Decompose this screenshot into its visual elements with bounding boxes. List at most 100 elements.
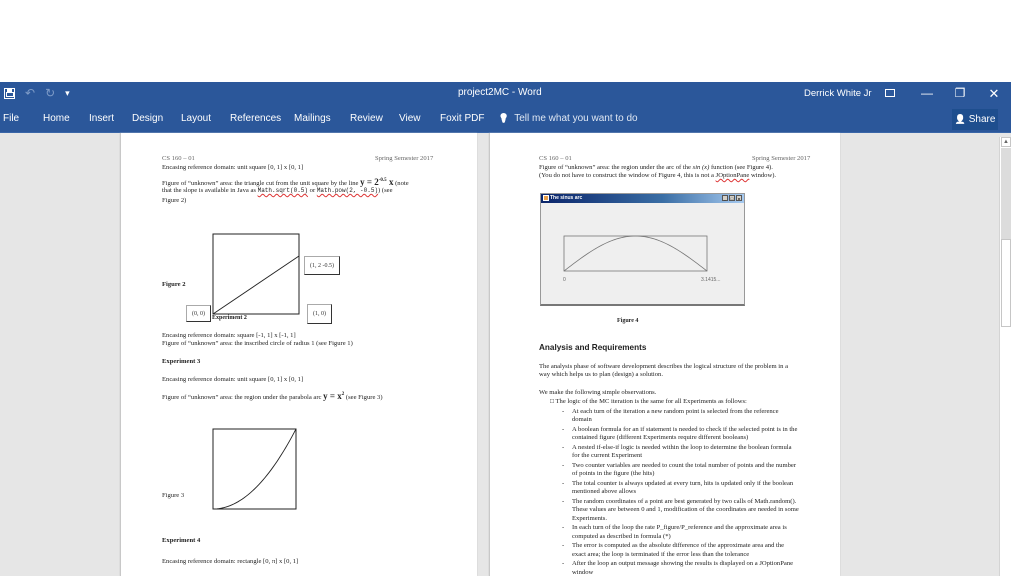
exp4-sin: sin (x) xyxy=(692,164,710,171)
exp4-note-end: window). xyxy=(750,172,777,179)
tab-file[interactable]: File xyxy=(3,113,19,124)
fig2-corner-origin-label: (0, 0) xyxy=(186,305,211,322)
page2-header-left: CS 160 – 01 xyxy=(539,155,572,162)
scroll-up-arrow-icon[interactable]: ▲ xyxy=(1001,137,1011,147)
java-app-icon xyxy=(543,195,549,201)
minimize-button[interactable]: — xyxy=(917,85,937,102)
fig3-unit-square xyxy=(212,428,297,510)
analysis-heading: Analysis and Requirements xyxy=(539,343,647,352)
exp2-note-open: (note xyxy=(395,180,409,187)
exp3-domain: Encasing reference domain: unit square [… xyxy=(162,376,304,383)
exp2-figure-desc: Figure of “unknown” area: the triangle c… xyxy=(162,180,359,187)
blank-area-above-window xyxy=(0,0,1024,82)
ribbon-display-options-button[interactable] xyxy=(880,85,900,102)
tab-layout[interactable]: Layout xyxy=(181,113,211,124)
bullet-dash: - xyxy=(562,480,565,487)
java-close-icon: x xyxy=(736,195,742,201)
sine-arc-curve xyxy=(563,235,708,272)
exp2-caption: Experiment 2 xyxy=(212,315,247,321)
window-edge xyxy=(1011,82,1024,576)
code-math-pow: Math.pow(2, -0.5) xyxy=(316,187,379,194)
java-window-title: The sinus arc xyxy=(550,195,583,201)
vertical-scrollbar[interactable]: ▲ xyxy=(999,137,1011,576)
tell-me-placeholder: Tell me what you want to do xyxy=(514,113,638,124)
exp1-domain: Encasing reference domain: square [-1, 1… xyxy=(162,332,296,339)
analysis-para1-line2: way which helps us to plan (design) a so… xyxy=(539,371,663,378)
tab-home[interactable]: Home xyxy=(43,113,70,124)
tick-pi: 3.1415... xyxy=(701,277,721,283)
exp4-domain: Encasing reference domain: rectangle [0,… xyxy=(162,558,299,565)
bullet-dash: - xyxy=(562,426,565,433)
exp2-java-text: that the slope is available in Java as xyxy=(162,187,256,194)
tab-references[interactable]: References xyxy=(230,113,281,124)
exp2-domain: Encasing reference domain: unit square [… xyxy=(162,164,304,171)
share-button[interactable]: 👤 Share xyxy=(952,109,998,130)
fig2-corner-right-label: (1, 0) xyxy=(307,304,332,324)
save-icon[interactable] xyxy=(4,87,15,99)
tab-design[interactable]: Design xyxy=(132,113,163,124)
list-item-line: of points in the figure (the hits) xyxy=(572,470,655,478)
analysis-para2: We make the following simple observation… xyxy=(539,389,657,396)
exp2-eq-lhs: y = 2 xyxy=(360,177,379,187)
ribbon-tabs: File Home Insert Design Layout Reference… xyxy=(0,106,1011,133)
exp1-figure: Figure of “unknown” area: the inscribed … xyxy=(162,340,353,347)
close-button[interactable]: ✕ xyxy=(984,85,1004,102)
exp4-note-text: (You do not have to construct the window… xyxy=(539,172,714,179)
tab-review[interactable]: Review xyxy=(350,113,383,124)
list-item-line: Two counter variables are needed to coun… xyxy=(572,462,797,469)
exp3-equation: y = x2 xyxy=(323,391,344,401)
figure-2-diagram xyxy=(212,233,300,315)
user-name[interactable]: Derrick White Jr xyxy=(804,88,872,99)
analysis-para1-line1: The analysis phase of software developme… xyxy=(539,363,789,370)
document-workspace xyxy=(0,133,1011,576)
tab-view[interactable]: View xyxy=(399,113,421,124)
sine-bounding-rect xyxy=(563,235,708,272)
exp3-eq-exponent: 2 xyxy=(341,392,345,397)
title-bar: ↶ ↻ ▾ project2MC - Word Derrick White Jr… xyxy=(0,82,1011,106)
list-item-line: for the current Experiment xyxy=(572,452,643,460)
exp2-eq-exponent: -0.5 xyxy=(378,178,387,183)
exp2-or: or xyxy=(309,187,316,194)
bullet-dash: - xyxy=(562,524,565,532)
bullet-dash: - xyxy=(562,498,565,505)
bullet-dash: - xyxy=(562,560,565,568)
list-item-line: mentioned above allows xyxy=(572,488,637,496)
list-item-line: computed as described in formula (*) xyxy=(572,532,671,540)
list-item-line: The total counter is always updated at e… xyxy=(572,480,794,487)
page1-header-left: CS 160 – 01 xyxy=(162,155,195,162)
bullet-dash: - xyxy=(562,462,565,469)
exp3-figure-text: Figure of “unknown” area: the region und… xyxy=(162,391,383,402)
ribbon-display-icon xyxy=(885,89,895,97)
list-item-line: Experiments. xyxy=(572,514,607,522)
quick-access-toolbar: ↶ ↻ ▾ xyxy=(4,86,70,100)
figure-3-diagram xyxy=(212,428,297,510)
tab-insert[interactable]: Insert xyxy=(89,113,114,124)
page2-header-right: Spring Semester 2017 xyxy=(752,155,811,162)
exp2-see: ) (see xyxy=(378,187,393,194)
exp4-figure-text: Figure of “unknown” area: the region und… xyxy=(539,164,773,172)
code-sqrt-text: Math.sqrt(0.5) xyxy=(257,187,309,194)
exp4-heading: Experiment 4 xyxy=(162,537,201,544)
redo-icon[interactable]: ↻ xyxy=(45,86,55,100)
scroll-thumb[interactable] xyxy=(1001,148,1011,239)
java-window-titlebar: The sinus arc _ □ x xyxy=(541,194,744,203)
restore-button[interactable]: ❐ xyxy=(950,85,970,102)
exp3-see: (see Figure 3) xyxy=(345,394,383,401)
fig2-corner-top-label: (1, 2 -0.5) xyxy=(304,256,340,275)
list-item-line: After the loop an output message showing… xyxy=(572,560,794,568)
tell-me-search[interactable]: 💡 Tell me what you want to do xyxy=(498,113,638,124)
fig3-label: Figure 3 xyxy=(162,492,185,499)
tab-foxit-pdf[interactable]: Foxit PDF xyxy=(440,113,484,124)
list-item-line: exact area; the loop is terminated if th… xyxy=(572,550,750,558)
list-item-line: In each turn of the loop the rate P_figu… xyxy=(572,524,787,532)
fig2-label: Figure 2 xyxy=(162,281,186,288)
list-item-line: The error is computed as the absolute di… xyxy=(572,542,785,550)
tab-mailings[interactable]: Mailings xyxy=(294,113,331,124)
customize-qat-icon[interactable]: ▾ xyxy=(65,88,70,99)
list-item-line: domain xyxy=(572,416,592,424)
document-title: project2MC - Word xyxy=(458,87,542,98)
scroll-track[interactable] xyxy=(1001,239,1011,327)
java-window-controls: _ □ x xyxy=(722,195,742,201)
undo-icon[interactable]: ↶ xyxy=(25,86,35,100)
fig4-label: Figure 4 xyxy=(617,318,639,324)
